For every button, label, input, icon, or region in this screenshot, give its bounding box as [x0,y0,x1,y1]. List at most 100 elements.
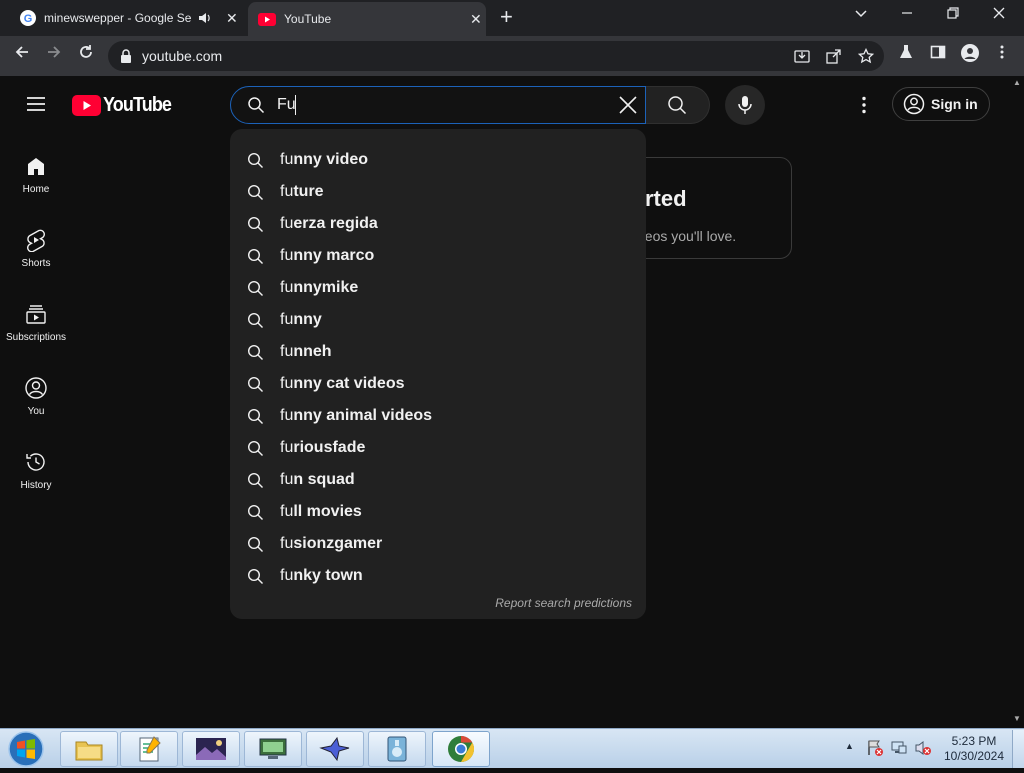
search-suggestion[interactable]: furiousfade [230,432,646,464]
sign-in-label: Sign in [931,96,978,112]
profile-icon[interactable] [958,44,982,68]
search-icon [247,376,263,392]
new-tab-button[interactable]: + [500,6,520,30]
suggestion-typed-prefix: fu [280,567,294,584]
suggestion-text: funny marco [280,247,374,265]
address-bar[interactable]: youtube.com [108,41,884,71]
taskbar-chrome[interactable] [432,731,490,767]
taskbar-bird-app[interactable] [306,731,364,767]
search-suggestion[interactable]: funnymike [230,272,646,304]
media-player-icon [387,736,407,762]
share-icon[interactable] [826,48,842,64]
suggestion-completion: nny cat videos [293,375,405,392]
tray-volume-muted-icon[interactable] [914,739,932,757]
card-title: rted [645,186,687,211]
reload-icon[interactable] [74,44,98,68]
scrollbar-down-arrow[interactable]: ▼ [1011,714,1023,724]
file-explorer-icon [75,741,103,761]
suggestion-completion: ture [293,183,324,200]
search-icon [247,248,263,264]
suggestion-completion: sionzgamer [293,535,383,552]
show-hidden-icons[interactable]: ▲ [845,741,857,753]
restore-button[interactable] [946,6,966,26]
sidebar-item-you[interactable]: You [0,374,72,448]
youtube-logo[interactable]: YouTube [72,92,179,118]
search-suggestion[interactable]: fuerza regida [230,208,646,240]
suggestion-typed-prefix: fu [280,279,294,296]
suggestion-typed-prefix: fu [280,183,294,200]
suggestion-typed-prefix: fu [280,503,294,520]
tab-google-search[interactable]: G minewswepper - Google Se ✕ [8,0,248,36]
youtube-play-icon [72,94,101,116]
start-button[interactable] [6,730,46,768]
forward-icon[interactable] [42,44,66,68]
close-tab-icon[interactable]: ✕ [470,11,482,28]
network-icon [259,738,287,759]
search-suggestion[interactable]: funky town [230,560,646,592]
close-tab-icon[interactable]: ✕ [226,10,238,27]
tab-title: YouTube [284,12,332,26]
suggestion-completion: nny marco [293,247,375,264]
sign-in-button[interactable]: Sign in [892,87,990,121]
search-suggestion[interactable]: fun squad [230,464,646,496]
taskbar-clock[interactable]: 5:23 PM 10/30/2024 [938,734,1010,764]
tray-network-icon[interactable] [890,739,908,757]
sidebar-item-label: Home [22,184,50,195]
search-box[interactable]: Fu [230,86,646,124]
show-desktop-button[interactable] [1012,730,1024,768]
tab-search-icon[interactable] [854,6,872,26]
search-suggestion[interactable]: funny cat videos [230,368,646,400]
search-icon [247,568,263,584]
settings-menu-icon[interactable] [854,95,874,115]
taskbar-file-explorer[interactable] [60,731,118,767]
minimize-button[interactable] [900,6,920,26]
search-button[interactable] [646,86,710,124]
sidebar-item-subscriptions[interactable]: Subscriptions [0,300,72,374]
bookmark-star-icon[interactable] [858,48,874,64]
voice-search-button[interactable] [725,85,765,125]
close-window-button[interactable] [992,6,1012,26]
sidebar-item-shorts[interactable]: Shorts [0,226,72,300]
taskbar-photo-viewer[interactable] [182,731,240,767]
taskbar-media-player[interactable] [368,731,426,767]
search-suggestion[interactable]: full movies [230,496,646,528]
tab-youtube[interactable]: YouTube ✕ [248,2,486,36]
search-suggestion[interactable]: fusionzgamer [230,528,646,560]
suggestion-completion: nneh [293,343,332,360]
sidebar-item-history[interactable]: History [0,448,72,522]
scrollbar-up-arrow[interactable]: ▲ [1011,78,1023,88]
guide-menu-icon[interactable] [24,94,48,114]
search-suggestion[interactable]: future [230,176,646,208]
suggestion-text: future [280,183,324,201]
tray-flag-icon[interactable] [866,739,884,757]
suggestion-typed-prefix: fu [280,535,294,552]
sidebar-item-label: You [27,406,45,417]
search-suggestion[interactable]: funny [230,304,646,336]
sidebar-item-home[interactable]: Home [0,152,72,226]
chrome-icon [448,735,475,763]
taskbar-network-app[interactable] [244,731,302,767]
side-panel-icon[interactable] [926,44,950,68]
lock-icon[interactable] [120,49,132,63]
search-suggestion[interactable]: funneh [230,336,646,368]
search-suggestion[interactable]: funny video [230,144,646,176]
clear-search-icon[interactable] [619,96,637,114]
suggestion-completion: riousfade [293,439,366,456]
suggestion-text: fusionzgamer [280,535,382,553]
browser-menu-icon[interactable] [990,44,1014,68]
suggestion-text: furiousfade [280,439,365,457]
url-text: youtube.com [142,48,223,64]
audio-playing-icon[interactable] [198,11,212,25]
home-icon [28,158,44,175]
search-suggestion[interactable]: funny animal videos [230,400,646,432]
suggestion-completion: erza regida [293,215,378,232]
taskbar-notepad[interactable] [120,731,178,767]
suggestion-completion: nny video [293,151,369,168]
search-icon [247,216,263,232]
back-icon[interactable] [10,44,34,68]
labs-flask-icon[interactable] [894,44,918,68]
install-app-icon[interactable] [794,48,810,64]
search-input[interactable]: Fu [277,96,296,114]
report-search-predictions-link[interactable]: Report search predictions [495,596,632,610]
search-suggestion[interactable]: funny marco [230,240,646,272]
